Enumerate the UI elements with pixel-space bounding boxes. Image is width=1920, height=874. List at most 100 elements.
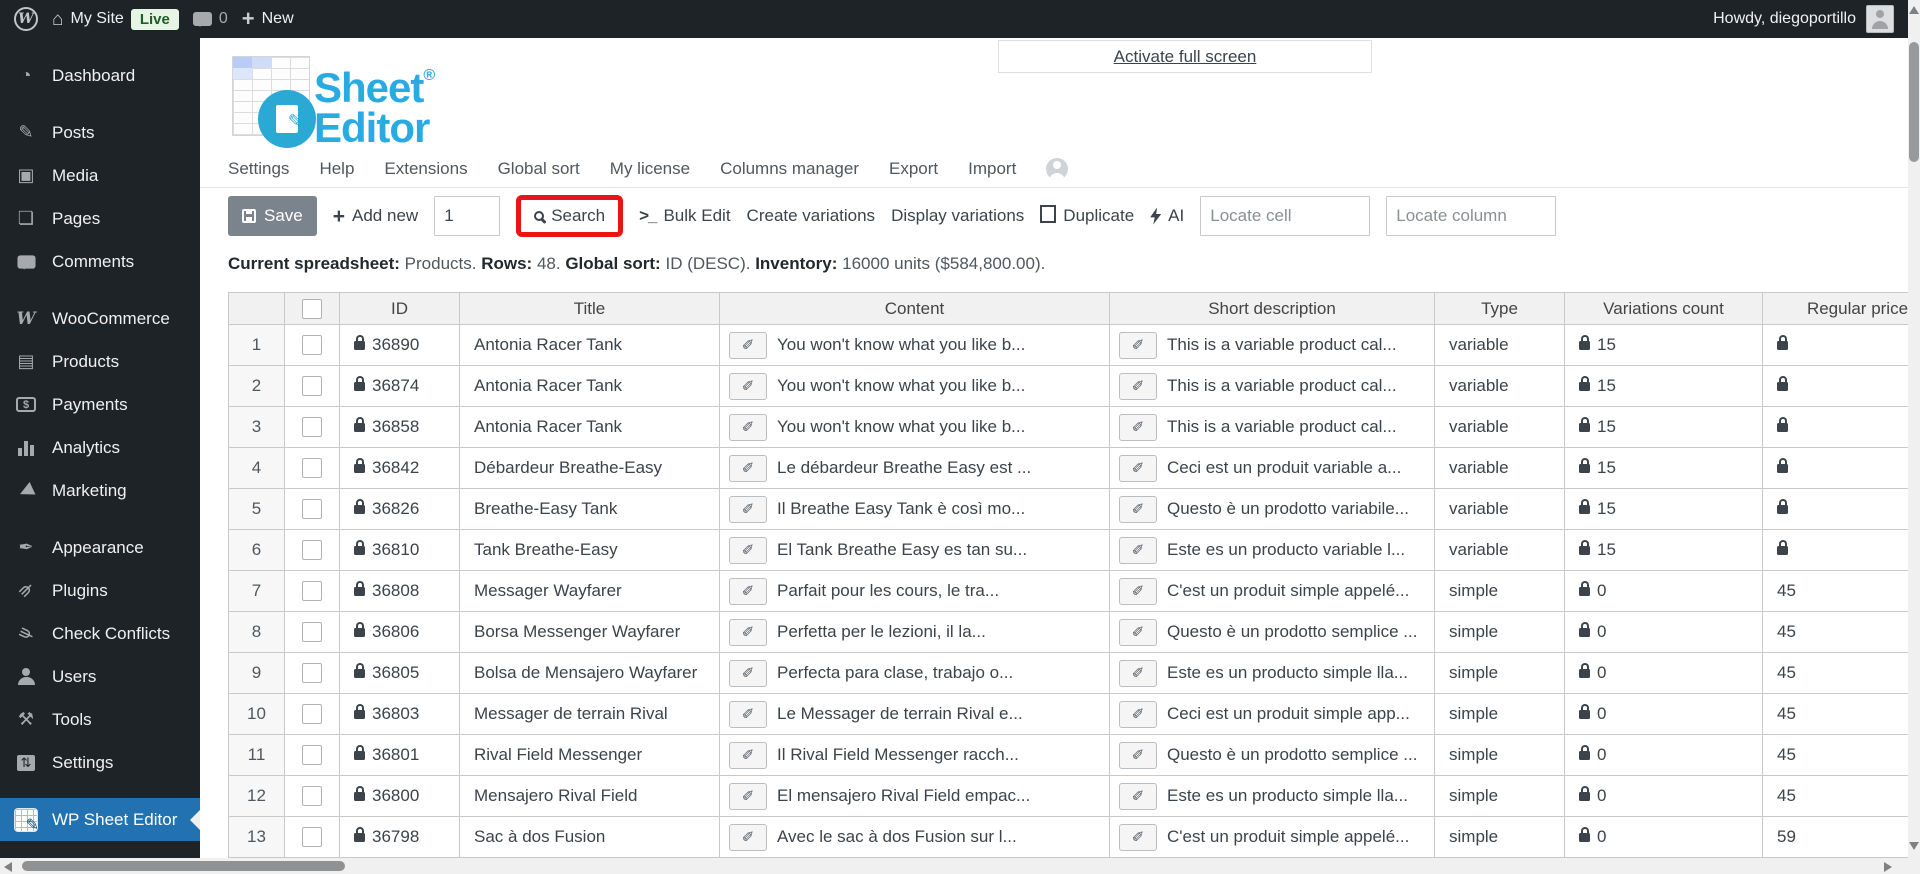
menu-item-import[interactable]: Import	[968, 159, 1016, 179]
content-cell[interactable]: ✐ Perfecta para clase, trabajo o...	[720, 653, 1110, 694]
short-description-cell[interactable]: ✐ Este es un producto simple lla...	[1110, 653, 1435, 694]
edit-cell-button[interactable]: ✐	[729, 618, 767, 646]
sidebar-item-comments[interactable]: Comments	[0, 240, 200, 283]
content-cell[interactable]: ✐ Parfait pour les cours, le tra...	[720, 571, 1110, 612]
regular-price-cell[interactable]: 45	[1763, 735, 1908, 776]
row-checkbox[interactable]	[302, 335, 322, 355]
short-description-cell[interactable]: ✐ Ceci est un produit variable a...	[1110, 448, 1435, 489]
id-cell[interactable]: 36858	[340, 407, 460, 448]
regular-price-cell[interactable]	[1763, 448, 1908, 489]
short-description-cell[interactable]: ✐ This is a variable product cal...	[1110, 366, 1435, 407]
id-cell[interactable]: 36810	[340, 530, 460, 571]
title-cell[interactable]: Antonia Racer Tank	[460, 366, 720, 407]
title-cell[interactable]: Tank Breathe-Easy	[460, 530, 720, 571]
title-cell[interactable]: Débardeur Breathe-Easy	[460, 448, 720, 489]
edit-cell-button[interactable]: ✐	[1119, 454, 1157, 482]
id-cell[interactable]: 36803	[340, 694, 460, 735]
create-variations-button[interactable]: Create variations	[747, 206, 876, 226]
horizontal-scrollbar-thumb[interactable]	[22, 861, 345, 871]
title-cell[interactable]: Antonia Racer Tank	[460, 407, 720, 448]
edit-cell-button[interactable]: ✐	[729, 331, 767, 359]
scroll-up-arrow-icon[interactable]	[1909, 6, 1919, 14]
short-description-cell[interactable]: ✐ Este es un producto variable l...	[1110, 530, 1435, 571]
menu-item-extensions[interactable]: Extensions	[384, 159, 467, 179]
row-checkbox[interactable]	[302, 827, 322, 847]
edit-cell-button[interactable]: ✐	[1119, 782, 1157, 810]
edit-cell-button[interactable]: ✐	[1119, 331, 1157, 359]
regular-price-cell[interactable]: 45	[1763, 653, 1908, 694]
regular-price-cell[interactable]	[1763, 489, 1908, 530]
edit-cell-button[interactable]: ✐	[729, 659, 767, 687]
content-cell[interactable]: ✐ El Tank Breathe Easy es tan su...	[720, 530, 1110, 571]
id-cell[interactable]: 36826	[340, 489, 460, 530]
type-cell[interactable]: simple	[1435, 817, 1565, 858]
duplicate-button[interactable]: Duplicate	[1040, 205, 1134, 226]
add-new-count-input[interactable]	[434, 196, 501, 236]
regular-price-cell[interactable]: 45	[1763, 776, 1908, 817]
variations-count-cell[interactable]: 0	[1565, 653, 1763, 694]
row-checkbox[interactable]	[302, 745, 322, 765]
variations-count-cell[interactable]: 15	[1565, 407, 1763, 448]
sidebar-item-posts[interactable]: ✎ Posts	[0, 111, 200, 154]
short-description-cell[interactable]: ✐ C'est un produit simple appelé...	[1110, 571, 1435, 612]
type-cell[interactable]: variable	[1435, 407, 1565, 448]
id-cell[interactable]: 36805	[340, 653, 460, 694]
title-cell[interactable]: Antonia Racer Tank	[460, 325, 720, 366]
sidebar-item-appearance[interactable]: ✒ Appearance	[0, 526, 200, 569]
sidebar-item-check-conflicts[interactable]: ⋔ Check Conflicts	[0, 612, 200, 655]
variations-count-cell[interactable]: 15	[1565, 448, 1763, 489]
row-checkbox[interactable]	[302, 622, 322, 642]
ai-button[interactable]: AI	[1150, 206, 1184, 226]
variations-count-cell[interactable]: 15	[1565, 366, 1763, 407]
regular-price-cell[interactable]	[1763, 407, 1908, 448]
id-cell[interactable]: 36801	[340, 735, 460, 776]
column-header-content[interactable]: Content	[720, 292, 1110, 325]
id-cell[interactable]: 36890	[340, 325, 460, 366]
vertical-scrollbar[interactable]	[1908, 0, 1920, 874]
sidebar-item-users[interactable]: Users	[0, 655, 200, 698]
variations-count-cell[interactable]: 0	[1565, 776, 1763, 817]
short-description-cell[interactable]: ✐ Questo è un prodotto semplice ...	[1110, 612, 1435, 653]
row-checkbox[interactable]	[302, 499, 322, 519]
title-cell[interactable]: Breathe-Easy Tank	[460, 489, 720, 530]
edit-cell-button[interactable]: ✐	[729, 577, 767, 605]
row-checkbox[interactable]	[302, 376, 322, 396]
content-cell[interactable]: ✐ Il Breathe Easy Tank è così mo...	[720, 489, 1110, 530]
row-checkbox[interactable]	[302, 704, 322, 724]
variations-count-cell[interactable]: 0	[1565, 817, 1763, 858]
account-avatar-icon[interactable]	[1046, 158, 1069, 180]
variations-count-cell[interactable]: 15	[1565, 530, 1763, 571]
edit-cell-button[interactable]: ✐	[1119, 577, 1157, 605]
type-cell[interactable]: variable	[1435, 489, 1565, 530]
type-cell[interactable]: simple	[1435, 694, 1565, 735]
id-cell[interactable]: 36808	[340, 571, 460, 612]
edit-cell-button[interactable]: ✐	[729, 372, 767, 400]
scroll-down-arrow-icon[interactable]	[1909, 842, 1919, 850]
sidebar-item-dashboard[interactable]: ◔ Dashboard	[0, 54, 200, 97]
sidebar-item-settings[interactable]: ⇅ Settings	[0, 741, 200, 784]
edit-cell-button[interactable]: ✐	[729, 454, 767, 482]
id-cell[interactable]: 36800	[340, 776, 460, 817]
type-cell[interactable]: simple	[1435, 612, 1565, 653]
sidebar-item-marketing[interactable]: ◀ Marketing	[0, 469, 200, 512]
title-cell[interactable]: Messager Wayfarer	[460, 571, 720, 612]
content-cell[interactable]: ✐ Perfetta per le lezioni, il la...	[720, 612, 1110, 653]
short-description-cell[interactable]: ✐ Questo è un prodotto variabile...	[1110, 489, 1435, 530]
comments-shortcut[interactable]: 0	[192, 10, 228, 28]
variations-count-cell[interactable]: 0	[1565, 735, 1763, 776]
sidebar-item-woocommerce[interactable]: W WooCommerce	[0, 297, 200, 340]
row-checkbox[interactable]	[302, 663, 322, 683]
title-cell[interactable]: Bolsa de Mensajero Wayfarer	[460, 653, 720, 694]
column-header-title[interactable]: Title	[460, 292, 720, 325]
id-cell[interactable]: 36842	[340, 448, 460, 489]
menu-item-help[interactable]: Help	[319, 159, 354, 179]
menu-item-settings[interactable]: Settings	[228, 159, 289, 179]
sidebar-item-tools[interactable]: ⚒ Tools	[0, 698, 200, 741]
type-cell[interactable]: variable	[1435, 448, 1565, 489]
type-cell[interactable]: simple	[1435, 776, 1565, 817]
menu-item-my-license[interactable]: My license	[610, 159, 690, 179]
content-cell[interactable]: ✐ You won't know what you like b...	[720, 366, 1110, 407]
sidebar-item-pages[interactable]: ❏ Pages	[0, 197, 200, 240]
menu-item-export[interactable]: Export	[889, 159, 938, 179]
wordpress-logo-icon[interactable]: W	[14, 7, 38, 31]
